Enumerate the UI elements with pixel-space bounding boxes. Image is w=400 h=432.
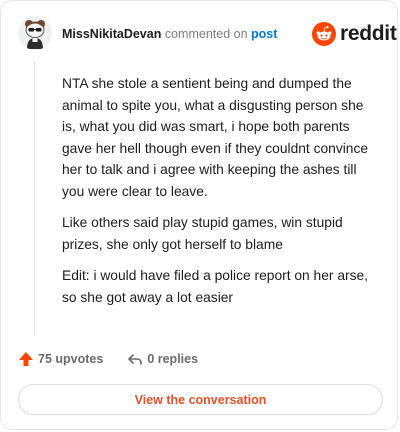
snoo-avatar-icon xyxy=(25,20,45,49)
post-link[interactable]: post xyxy=(251,27,277,41)
reply-button[interactable]: 0 replies xyxy=(127,351,198,367)
commented-on-label: commented on xyxy=(164,27,248,41)
username[interactable]: MissNikitaDevan xyxy=(62,27,161,41)
comment-paragraph: Like others said play stupid games, win … xyxy=(62,215,343,252)
reddit-alien-icon xyxy=(312,22,336,46)
view-conversation-button[interactable]: View the conversation xyxy=(18,384,383,415)
comment-paragraph: NTA she stole a sentient being and dumpe… xyxy=(62,76,369,199)
reply-arrow-icon xyxy=(128,354,143,365)
reddit-wordmark: reddit xyxy=(340,22,397,45)
upvote-button[interactable]: 75 upvotes xyxy=(18,351,103,367)
comment-card: MissNikitaDevan commented on post reddit… xyxy=(0,0,398,430)
reddit-logo[interactable]: reddit xyxy=(312,21,397,47)
comment-actions: 75 upvotes 0 replies xyxy=(18,349,198,369)
upvote-count: 75 upvotes xyxy=(38,352,104,366)
comment-paragraph: Edit: i would have filed a police report… xyxy=(62,268,369,305)
reply-count: 0 replies xyxy=(147,352,199,366)
comment-body: NTA she stole a sentient being and dumpe… xyxy=(62,73,374,318)
avatar[interactable] xyxy=(18,16,52,50)
comment-header: MissNikitaDevan commented on post xyxy=(62,26,277,42)
upvote-arrow-icon xyxy=(19,352,33,366)
thread-line xyxy=(34,61,35,336)
